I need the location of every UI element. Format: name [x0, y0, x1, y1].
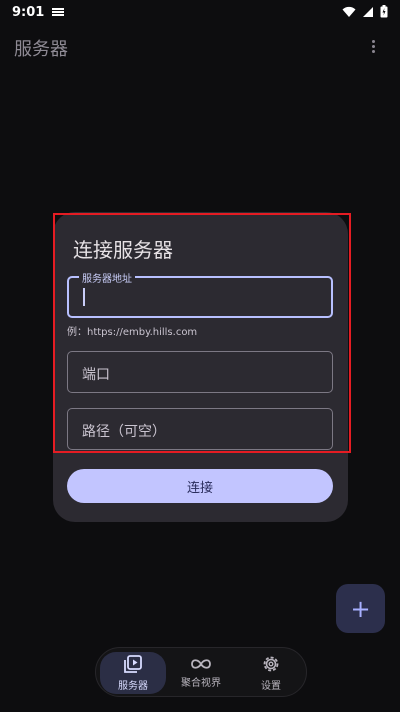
nav-label-aggregate: 聚合视界: [181, 678, 221, 689]
add-server-button[interactable]: +: [336, 584, 385, 633]
status-time: 9:01: [12, 4, 45, 20]
highlight-box: [53, 213, 351, 453]
status-icons: [342, 5, 388, 18]
play-library-icon: [124, 655, 142, 673]
nav-label-settings: 设置: [261, 681, 281, 692]
status-bar: 9:01: [0, 0, 400, 24]
overflow-menu-icon[interactable]: [372, 40, 376, 53]
wifi-icon: [342, 6, 356, 17]
nav-item-aggregate[interactable]: 聚合视界: [168, 648, 234, 698]
plus-icon: +: [350, 594, 371, 623]
nav-item-servers[interactable]: 服务器: [100, 652, 166, 694]
notification-icon: [52, 8, 65, 16]
infinity-icon: [191, 659, 211, 669]
connect-button[interactable]: 连接: [67, 469, 333, 503]
page-title: 服务器: [14, 39, 68, 60]
gear-icon: [263, 656, 279, 672]
signal-icon: [363, 6, 373, 17]
bottom-navigation: 服务器 聚合视界 设置: [95, 647, 307, 697]
app-bar: 服务器: [0, 28, 400, 68]
battery-icon: [380, 5, 388, 18]
nav-label-servers: 服务器: [118, 681, 148, 692]
nav-item-settings[interactable]: 设置: [238, 648, 304, 698]
